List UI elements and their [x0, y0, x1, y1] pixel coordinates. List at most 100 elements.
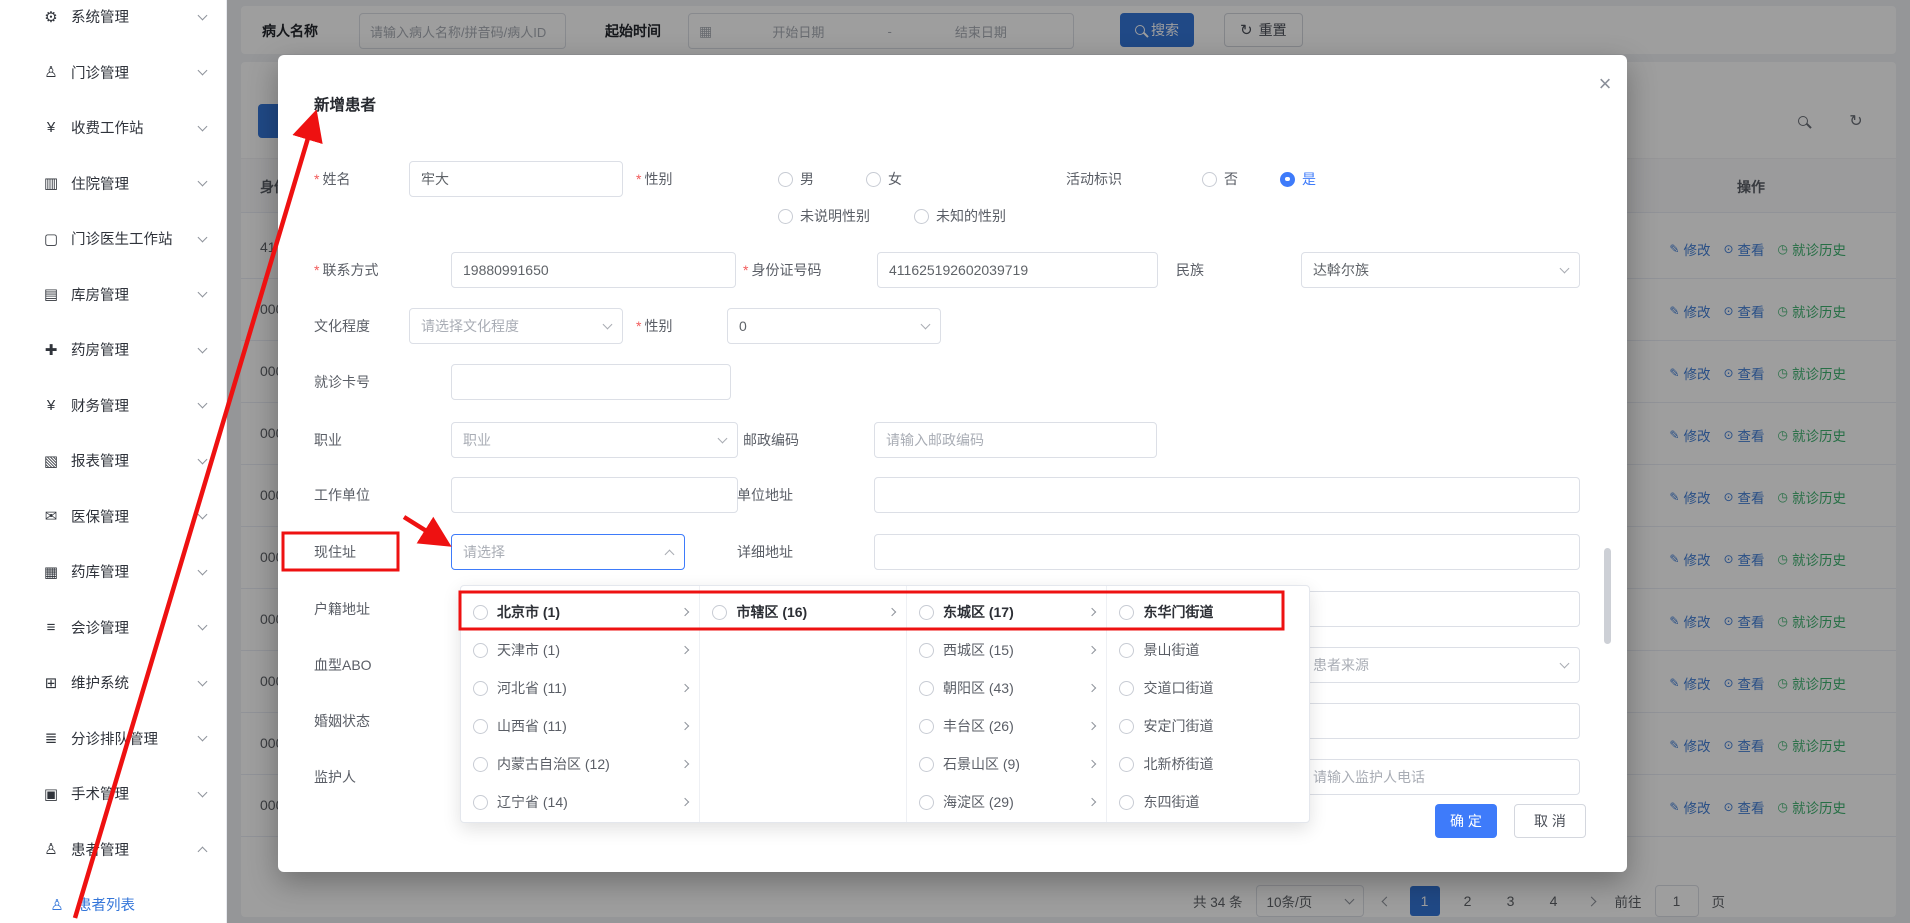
surgery-icon: ▣: [40, 785, 62, 803]
blood-type-label: 血型ABO: [314, 655, 372, 675]
radio-gender-unstated[interactable]: 未说明性别: [778, 206, 870, 226]
cascader-option[interactable]: 河北省 (11): [461, 669, 699, 707]
detail-address-input[interactable]: [874, 534, 1580, 570]
chevron-down-icon: [198, 121, 208, 131]
cascader-option-active[interactable]: 东城区 (17): [907, 593, 1107, 631]
right-column-input[interactable]: [1301, 703, 1580, 739]
radio-circle-icon: [473, 643, 488, 658]
mail-icon: ✉: [40, 507, 62, 525]
cascader-option[interactable]: 辽宁省 (14): [461, 783, 699, 821]
list-icon: ≡: [40, 619, 62, 636]
cascader-option[interactable]: 西城区 (15): [907, 631, 1107, 669]
patient-source-select[interactable]: 患者来源: [1301, 647, 1580, 683]
sidebar-item-inpatient-management[interactable]: ▥ 住院管理: [0, 156, 226, 212]
cascader-street-column: 东华门街道 景山街道 交道口街道 安定门街道 北新桥街道 东四街道: [1107, 586, 1309, 822]
work-unit-input[interactable]: [451, 477, 738, 513]
report-icon: ▧: [40, 452, 62, 470]
sidebar-item-consultation-management[interactable]: ≡ 会诊管理: [0, 600, 226, 656]
sidebar-item-label: 报表管理: [71, 450, 199, 471]
marital-status-label: 婚姻状态: [314, 711, 370, 731]
radio-circle-icon: [919, 757, 934, 772]
cascader-option[interactable]: 山西省 (11): [461, 707, 699, 745]
sidebar-item-outpatient-doctor-workstation[interactable]: ▢ 门诊医生工作站: [0, 211, 226, 267]
sidebar-item-finance-management[interactable]: ¥ 财务管理: [0, 378, 226, 434]
sidebar-item-insurance-management[interactable]: ✉ 医保管理: [0, 489, 226, 545]
chevron-down-icon: [198, 232, 208, 242]
radio-male[interactable]: 男: [778, 169, 814, 189]
close-icon[interactable]: ×: [1590, 69, 1620, 99]
cascader-option[interactable]: 东四街道: [1107, 783, 1309, 821]
radio-no[interactable]: 否: [1202, 169, 1238, 189]
yen-icon: ¥: [40, 397, 62, 414]
chevron-right-icon: [681, 646, 689, 654]
sidebar-item-outpatient-management[interactable]: ♙ 门诊管理: [0, 45, 226, 101]
cascader-option[interactable]: 交道口街道: [1107, 669, 1309, 707]
radio-yes[interactable]: 是: [1280, 169, 1316, 189]
cascader-option[interactable]: 内蒙古自治区 (12): [461, 745, 699, 783]
cascader-option[interactable]: 景山街道: [1107, 631, 1309, 669]
sidebar-item-pharmacy-management[interactable]: ✚ 药房管理: [0, 322, 226, 378]
confirm-button[interactable]: 确 定: [1435, 804, 1497, 838]
postcode-input[interactable]: 请输入邮政编码: [874, 422, 1157, 458]
radio-circle-icon: [919, 605, 934, 620]
gender2-select[interactable]: 0: [727, 308, 941, 344]
cascader-option-active[interactable]: 东华门街道: [1107, 593, 1309, 631]
chevron-right-icon: [681, 608, 689, 616]
cascader-option[interactable]: 海淀区 (29): [907, 783, 1107, 821]
sidebar-menu: ⚙ 系统管理 ♙ 门诊管理 ¥ 收费工作站 ▥ 住院管理 ▢ 门诊医生工作站 ▤…: [0, 0, 226, 877]
grid-plus-icon: ⊞: [40, 674, 62, 692]
chevron-down-icon: [198, 621, 208, 631]
sidebar-item-patient-management[interactable]: ♙ 患者管理: [0, 822, 226, 878]
sidebar-item-maintenance-system[interactable]: ⊞ 维护系统: [0, 655, 226, 711]
cascader-option[interactable]: 安定门街道: [1107, 707, 1309, 745]
radio-gender-unknown[interactable]: 未知的性别: [914, 206, 1006, 226]
name-input[interactable]: 牢大: [409, 161, 623, 197]
chevron-right-icon: [681, 722, 689, 730]
radio-circle-icon: [712, 605, 727, 620]
unit-address-input[interactable]: [874, 477, 1580, 513]
cascader-option[interactable]: 朝阳区 (43): [907, 669, 1107, 707]
sidebar-item-patient-list[interactable]: ♙ 患者列表: [0, 877, 226, 923]
cascader-city-column: 市辖区 (16): [700, 586, 907, 822]
sidebar-item-warehouse-management[interactable]: ▤ 库房管理: [0, 267, 226, 323]
cascader-option[interactable]: 石景山区 (9): [907, 745, 1107, 783]
sidebar-item-label: 手术管理: [71, 783, 199, 804]
chevron-right-icon: [1088, 722, 1096, 730]
cascader-option[interactable]: 丰台区 (26): [907, 707, 1107, 745]
sidebar-item-triage-queue-management[interactable]: ≣ 分诊排队管理: [0, 711, 226, 767]
unit-address-label: 单位地址: [737, 485, 793, 505]
chevron-right-icon: [1088, 646, 1096, 654]
radio-circle-icon: [919, 643, 934, 658]
radio-circle-icon: [473, 757, 488, 772]
guardian-phone-input[interactable]: 请输入监护人电话: [1301, 759, 1580, 795]
card-no-input[interactable]: [451, 364, 731, 400]
modal-scrollbar[interactable]: [1604, 548, 1611, 644]
current-address-select[interactable]: 请选择: [451, 534, 685, 570]
sidebar-item-label: 收费工作站: [71, 117, 199, 138]
chevron-down-icon: [198, 66, 208, 76]
sidebar-item-drug-storage-management[interactable]: ▦ 药库管理: [0, 544, 226, 600]
cascader-option[interactable]: 天津市 (1): [461, 631, 699, 669]
cascader-option-active[interactable]: 市辖区 (16): [700, 593, 906, 631]
chevron-down-icon: [198, 10, 208, 20]
sidebar-item-report-management[interactable]: ▧ 报表管理: [0, 433, 226, 489]
idcard-input[interactable]: 411625192602039719: [877, 252, 1158, 288]
chevron-down-icon: [198, 177, 208, 187]
chevron-down-icon: [198, 676, 208, 686]
current-address-label: 现住址: [314, 542, 356, 562]
education-select[interactable]: 请选择文化程度: [409, 308, 623, 344]
radio-circle-icon: [919, 681, 934, 696]
nation-select[interactable]: 达斡尔族: [1301, 252, 1580, 288]
contact-input[interactable]: 19880991650: [451, 252, 736, 288]
sidebar-item-charge-workstation[interactable]: ¥ 收费工作站: [0, 100, 226, 156]
cancel-button[interactable]: 取 消: [1514, 804, 1586, 838]
sidebar-item-surgery-management[interactable]: ▣ 手术管理: [0, 766, 226, 822]
cascader-option-active[interactable]: 北京市 (1): [461, 593, 699, 631]
sidebar-item-system-management[interactable]: ⚙ 系统管理: [0, 0, 226, 45]
occupation-select[interactable]: 职业: [451, 422, 738, 458]
sidebar-item-label: 财务管理: [71, 395, 199, 416]
cascader-option[interactable]: 北新桥街道: [1107, 745, 1309, 783]
right-column-input[interactable]: [1301, 591, 1580, 627]
cascader-province-column: 北京市 (1) 天津市 (1) 河北省 (11) 山西省 (11) 内蒙古自治区…: [461, 586, 700, 822]
radio-female[interactable]: 女: [866, 169, 902, 189]
